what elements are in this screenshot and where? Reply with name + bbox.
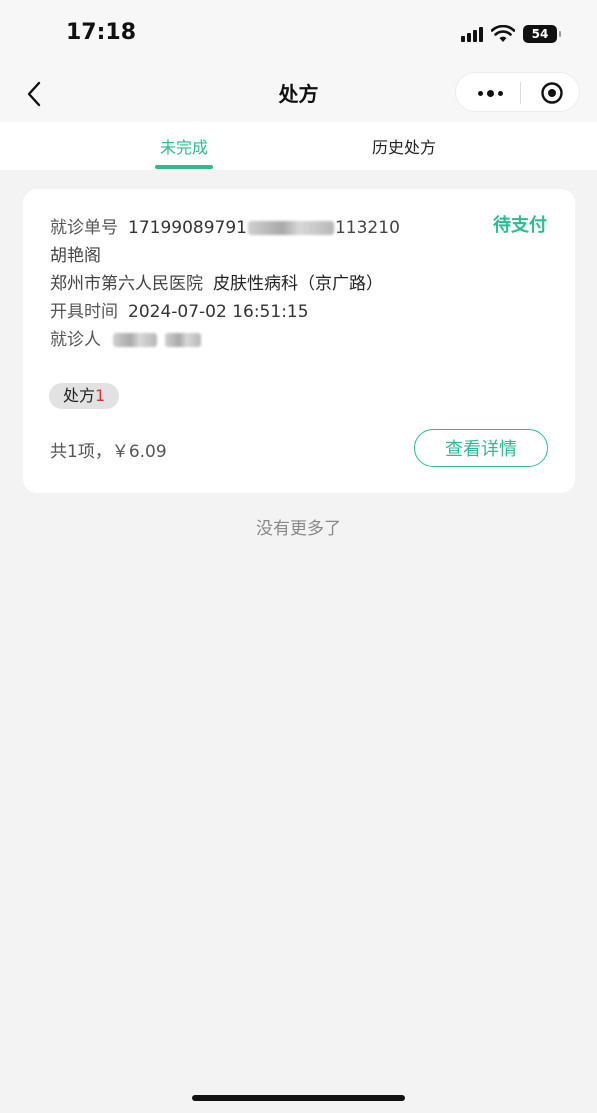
doctor-name: 胡艳阁 bbox=[50, 246, 101, 266]
home-indicator[interactable] bbox=[192, 1095, 405, 1101]
issue-time-row: 开具时间 2024-07-02 16:51:15 bbox=[50, 297, 309, 322]
patient-label: 就诊人 bbox=[50, 330, 101, 350]
redacted-patient-name bbox=[113, 333, 157, 347]
active-tab-indicator bbox=[155, 165, 213, 169]
order-summary: 共1项，￥6.09 bbox=[50, 442, 167, 462]
patient-row: 就诊人 bbox=[50, 325, 201, 350]
status-icons: 54 bbox=[461, 22, 561, 46]
visit-number-row: 就诊单号 17199089791 113210 bbox=[50, 213, 400, 238]
department-name: 皮肤性病科（京广路） bbox=[213, 274, 383, 294]
status-bar: 17:18 54 bbox=[0, 0, 597, 66]
prescription-tag-label: 处方 bbox=[63, 386, 96, 405]
prescription-tag: 处方1 bbox=[49, 383, 120, 409]
visit-number-prefix: 17199089791 bbox=[128, 218, 247, 238]
no-more-text: 没有更多了 bbox=[256, 519, 341, 539]
issue-time-label: 开具时间 bbox=[50, 302, 118, 322]
prescription-count: 1 bbox=[95, 386, 106, 405]
prescription-card[interactable]: 就诊单号 17199089791 113210 待支付 胡艳阁 郑州市第六人民医院皮… bbox=[23, 189, 575, 493]
more-icon[interactable] bbox=[474, 84, 506, 102]
status-time: 17:18 bbox=[66, 20, 137, 45]
nav-bar: 处方 bbox=[0, 66, 597, 122]
tab-history[interactable]: 历史处方 bbox=[364, 134, 444, 158]
mini-program-capsule bbox=[455, 72, 580, 112]
hospital-row: 郑州市第六人民医院 皮肤性病科（京广路） bbox=[50, 269, 383, 294]
view-details-button[interactable]: 查看详情 bbox=[414, 429, 548, 467]
tab-bar: 未完成 历史处方 bbox=[0, 122, 597, 170]
visit-number-suffix: 113210 bbox=[334, 218, 400, 238]
redacted-number bbox=[247, 221, 334, 235]
battery-icon: 54 bbox=[523, 25, 561, 43]
signal-icon bbox=[461, 26, 483, 42]
status-badge: 待支付 bbox=[493, 215, 547, 236]
issue-time-value: 2024-07-02 16:51:15 bbox=[128, 302, 309, 322]
visit-number-label: 就诊单号 bbox=[50, 218, 118, 238]
capsule-divider bbox=[520, 82, 521, 104]
redacted-patient-name bbox=[165, 333, 201, 347]
tab-incomplete[interactable]: 未完成 bbox=[155, 134, 213, 158]
close-target-icon[interactable] bbox=[540, 81, 564, 105]
wifi-icon bbox=[491, 25, 515, 42]
hospital-name: 郑州市第六人民医院 bbox=[50, 274, 203, 294]
